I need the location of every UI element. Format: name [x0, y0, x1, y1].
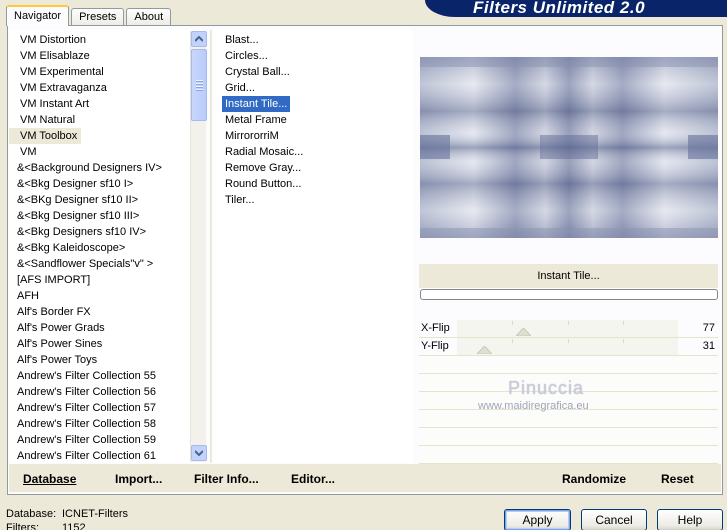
- scroll-thumb[interactable]: [191, 49, 207, 121]
- filter-item[interactable]: Grid...: [222, 80, 306, 96]
- filter-item[interactable]: Metal Frame: [222, 112, 306, 128]
- slider-knob[interactable]: [476, 346, 492, 354]
- category-item[interactable]: Andrew's Filter Collection 57: [9, 400, 189, 416]
- category-scrollbar[interactable]: [190, 31, 207, 462]
- category-item[interactable]: &<Bkg Designer sf10 I>: [9, 176, 189, 192]
- category-item[interactable]: Alf's Border FX: [9, 304, 189, 320]
- filter-item[interactable]: Crystal Ball...: [222, 64, 306, 80]
- category-item[interactable]: Andrew's Filter Collection 61: [9, 448, 189, 463]
- category-item[interactable]: &<Bkg Designers sf10 IV>: [9, 224, 189, 240]
- list-divider: [210, 30, 212, 463]
- category-item[interactable]: Andrew's Filter Collection 55: [9, 368, 189, 384]
- category-item[interactable]: Alf's Power Sines: [9, 336, 189, 352]
- category-item[interactable]: VM Toolbox: [9, 128, 82, 144]
- category-item[interactable]: VM Instant Art: [9, 96, 189, 112]
- category-item[interactable]: [AFS IMPORT]: [9, 272, 189, 288]
- category-item[interactable]: Andrew's Filter Collection 59: [9, 432, 189, 448]
- filter-info-button[interactable]: Filter Info...: [194, 472, 259, 486]
- filter-list[interactable]: Blast... Circles... Crystal Ball... Grid...…: [213, 30, 413, 463]
- database-status-label: Database:: [6, 508, 57, 520]
- app-banner-title: Filters Unlimited 2.0: [425, 0, 727, 17]
- progress-bar: [420, 289, 718, 300]
- category-item[interactable]: &<Background Designers IV>: [9, 160, 189, 176]
- parameter-label: Y-Flip: [421, 340, 449, 352]
- import-button[interactable]: Import...: [115, 472, 162, 486]
- apply-button[interactable]: Apply: [504, 509, 571, 530]
- preview-image: [420, 57, 718, 238]
- scroll-up-button[interactable]: [191, 31, 207, 47]
- chevron-up-icon: [195, 36, 203, 42]
- database-button[interactable]: Database: [23, 472, 76, 486]
- watermark-url: www.maidiregrafica.eu: [478, 400, 589, 412]
- tab-about[interactable]: About: [126, 8, 172, 26]
- filter-item[interactable]: Round Button...: [222, 176, 306, 192]
- cancel-button[interactable]: Cancel: [581, 509, 647, 530]
- category-item[interactable]: AFH: [9, 288, 189, 304]
- slider-knob[interactable]: [516, 328, 532, 336]
- category-item[interactable]: &<Bkg Kaleidoscope>: [9, 240, 189, 256]
- selected-filter-name: Instant Tile...: [419, 264, 718, 288]
- tab-presets[interactable]: Presets: [71, 8, 125, 26]
- category-items: VM Distortion VM Elisablaze VM Experimenta…: [9, 32, 189, 463]
- category-item[interactable]: VM Elisablaze: [9, 48, 189, 64]
- filters-status-value: 1152: [62, 522, 86, 530]
- tile-preview-graphic: [420, 57, 718, 238]
- watermark-name: Pinuccia: [508, 378, 585, 398]
- tab-navigator[interactable]: Navigator: [6, 5, 70, 26]
- randomize-button[interactable]: Randomize: [562, 472, 626, 486]
- editor-button[interactable]: Editor...: [291, 472, 335, 486]
- category-item[interactable]: VM Natural: [9, 112, 189, 128]
- category-item[interactable]: &<BKg Designer sf10 II>: [9, 192, 189, 208]
- filter-item[interactable]: Tiler...: [222, 192, 306, 208]
- parameter-row-empty: [419, 428, 718, 446]
- category-item[interactable]: Andrew's Filter Collection 58: [9, 416, 189, 432]
- category-item[interactable]: VM Distortion: [9, 32, 189, 48]
- filter-item[interactable]: MirrororriM: [222, 128, 306, 144]
- category-item[interactable]: VM: [9, 144, 189, 160]
- parameter-value: 77: [702, 322, 715, 334]
- category-item[interactable]: &<Bkg Designer sf10 III>: [9, 208, 189, 224]
- category-item[interactable]: VM Experimental: [9, 64, 189, 80]
- filter-item[interactable]: Circles...: [222, 48, 306, 64]
- parameter-row-empty: [419, 410, 718, 428]
- help-button[interactable]: Help: [657, 509, 723, 530]
- filter-item[interactable]: Instant Tile...: [222, 96, 291, 112]
- filter-item[interactable]: Blast...: [222, 32, 306, 48]
- category-item[interactable]: Andrew's Filter Collection 56: [9, 384, 189, 400]
- category-item[interactable]: VM Extravaganza: [9, 80, 189, 96]
- category-list[interactable]: VM Distortion VM Elisablaze VM Experimenta…: [9, 30, 206, 463]
- filter-item[interactable]: Radial Mosaic...: [222, 144, 306, 160]
- slider-track[interactable]: [457, 320, 678, 337]
- parameter-row-empty: [419, 446, 718, 464]
- category-item[interactable]: Alf's Power Toys: [9, 352, 189, 368]
- category-item[interactable]: Alf's Power Grads: [9, 320, 189, 336]
- parameter-value: 31: [702, 340, 715, 352]
- parameter-row-empty: [419, 356, 718, 374]
- parameter-row-y-flip[interactable]: Y-Flip 31: [419, 338, 718, 356]
- tab-strip: Navigator Presets About: [6, 4, 173, 26]
- filters-status-label: Filters:: [6, 522, 39, 530]
- category-item[interactable]: &<Sandflower Specials"v" >: [9, 256, 189, 272]
- parameter-row-x-flip[interactable]: X-Flip 77: [419, 320, 718, 338]
- filter-item[interactable]: Remove Gray...: [222, 160, 306, 176]
- chevron-down-icon: [195, 450, 203, 456]
- scroll-down-button[interactable]: [191, 445, 207, 461]
- filter-items: Blast... Circles... Crystal Ball... Grid...…: [222, 32, 306, 208]
- database-label: Database: [23, 472, 77, 486]
- action-bar: Database Import... Filter Info... Editor…: [9, 464, 721, 492]
- reset-button[interactable]: Reset: [661, 472, 694, 486]
- database-status-value: ICNET-Filters: [62, 508, 128, 520]
- status-info: Database: ICNET-Filters Filters: 1152: [6, 507, 128, 530]
- parameter-label: X-Flip: [421, 322, 450, 334]
